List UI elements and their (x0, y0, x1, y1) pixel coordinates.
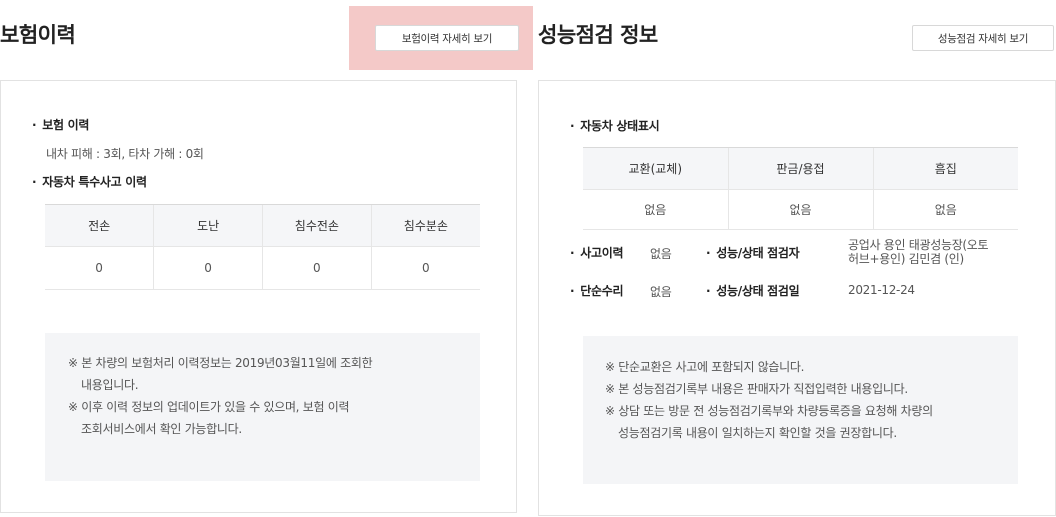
table-header: 교환(교체) (583, 147, 728, 190)
inspection-notes: ※ 단순교환은 사고에 포함되지 않습니다. ※ 본 성능점검기록부 내용은 판… (583, 336, 1018, 484)
accident-label-text: 사고이력 (580, 246, 624, 260)
table-row: 0 0 0 0 (45, 246, 480, 290)
inspection-title: 성능점검 정보 (538, 23, 658, 47)
table-header-row: 전손 도난 침수전손 침수분손 (45, 204, 480, 247)
inspection-date-label: · 성능/상태 점검일 (706, 282, 800, 299)
inspector-value-line: 허브+용인) 김민겸 (인) (848, 252, 964, 266)
table-cell: 0 (370, 246, 480, 290)
insurance-history-heading: · 보험 이력 (32, 116, 89, 133)
note-line: ※ 단순교환은 사고에 포함되지 않습니다. (605, 360, 805, 374)
table-cell: 0 (262, 246, 372, 290)
bullet: · (32, 175, 37, 189)
inspection-detail-button[interactable]: 성능점검 자세히 보기 (912, 25, 1054, 51)
table-header: 판금/용접 (727, 147, 873, 190)
accident-label: · 사고이력 (570, 244, 624, 261)
inspector-label: · 성능/상태 점검자 (706, 244, 800, 261)
table-cell: 없음 (583, 189, 728, 230)
table-header: 침수전손 (262, 204, 372, 247)
special-accident-heading: · 자동차 특수사고 이력 (32, 173, 147, 190)
status-heading: · 자동차 상태표시 (570, 117, 660, 134)
inspector-value: 공업사 용인 태광성능장(오토 허브+용인) 김민겸 (인) (848, 238, 989, 266)
insurance-detail-button[interactable]: 보험이력 자세히 보기 (375, 25, 519, 51)
note-line: 내용입니다. (81, 378, 139, 392)
insurance-title: 보험이력 (0, 23, 76, 47)
status-table: 교환(교체) 판금/용접 흠집 없음 없음 없음 (583, 147, 1018, 230)
simple-repair-value: 없음 (650, 285, 672, 299)
special-accident-heading-text: 자동차 특수사고 이력 (42, 175, 147, 189)
bullet: · (570, 284, 575, 298)
insurance-notes: ※ 본 차량의 보험처리 이력정보는 2019년03월11일에 조회한 내용입니… (45, 333, 480, 481)
table-cell: 없음 (727, 189, 873, 230)
note-line: ※ 본 성능점검기록부 내용은 판매자가 직접입력한 내용입니다. (605, 382, 908, 396)
bullet: · (706, 246, 711, 260)
bullet: · (32, 118, 37, 132)
damage-summary: 내차 피해 : 3회, 타차 가해 : 0회 (46, 147, 204, 161)
status-heading-text: 자동차 상태표시 (580, 119, 660, 133)
inspection-date-label-text: 성능/상태 점검일 (716, 284, 800, 298)
inspector-label-text: 성능/상태 점검자 (716, 246, 800, 260)
bullet: · (706, 284, 711, 298)
bullet: · (570, 119, 575, 133)
inspector-value-line: 공업사 용인 태광성능장(오토 (848, 238, 989, 252)
insurance-history-heading-text: 보험 이력 (42, 118, 90, 132)
note-line: 조회서비스에서 확인 가능합니다. (81, 422, 242, 436)
table-header: 침수분손 (370, 204, 480, 247)
special-accident-table: 전손 도난 침수전손 침수분손 0 0 0 0 (45, 204, 480, 290)
simple-repair-label: · 단순수리 (570, 282, 624, 299)
note-line: ※ 상담 또는 방문 전 성능점검기록부와 차량등록증을 요청해 차량의 (605, 404, 933, 418)
table-header: 흠집 (872, 147, 1018, 190)
table-header: 전손 (45, 204, 154, 247)
table-row: 없음 없음 없음 (583, 189, 1018, 230)
note-line: ※ 본 차량의 보험처리 이력정보는 2019년03월11일에 조회한 (68, 356, 373, 370)
table-cell: 0 (45, 246, 154, 290)
table-header-row: 교환(교체) 판금/용접 흠집 (583, 147, 1018, 190)
table-header: 도난 (153, 204, 263, 247)
table-cell: 0 (153, 246, 263, 290)
note-line: ※ 이후 이력 정보의 업데이트가 있을 수 있으며, 보험 이력 (68, 400, 350, 414)
simple-repair-label-text: 단순수리 (580, 284, 624, 298)
accident-value: 없음 (650, 247, 672, 261)
bullet: · (570, 246, 575, 260)
table-cell: 없음 (872, 189, 1018, 230)
note-line: 성능점검기록 내용이 일치하는지 확인할 것을 권장합니다. (618, 426, 897, 440)
inspection-date-value: 2021-12-24 (848, 283, 915, 297)
